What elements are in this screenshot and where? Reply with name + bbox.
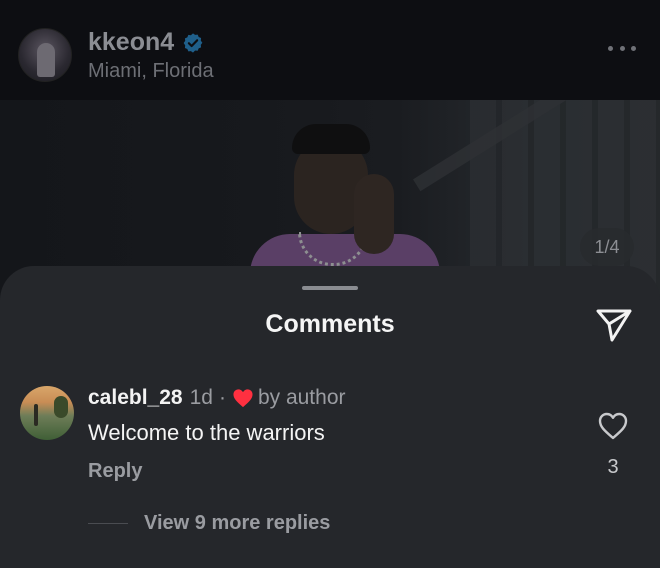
comment-item: calebl_28 1d · by author Welcome to the … — [0, 386, 660, 506]
view-more-replies-label[interactable]: View 9 more replies — [144, 512, 330, 535]
carousel-page-indicator: 1/4 — [580, 228, 634, 266]
view-more-replies[interactable]: View 9 more replies — [88, 512, 330, 535]
comment-timestamp: 1d — [189, 386, 213, 409]
like-heart-icon[interactable] — [598, 412, 628, 440]
comments-title: Comments — [265, 310, 395, 338]
liked-by-author-label: by author — [257, 386, 346, 409]
comment-meta: calebl_28 1d · by author — [88, 386, 346, 410]
post-location[interactable]: Miami, Florida — [88, 60, 214, 83]
post-author-name[interactable]: kkeon4 — [88, 28, 204, 57]
person-hand — [354, 174, 394, 254]
person-hair — [292, 124, 370, 154]
commenter-username[interactable]: calebl_28 — [88, 386, 183, 410]
more-options-icon[interactable] — [608, 44, 636, 52]
meta-separator: · — [218, 386, 226, 409]
comment-text: Welcome to the warriors — [88, 420, 325, 445]
avatar-golfer — [34, 404, 38, 426]
instagram-post-screen: kkeon4 Miami, Florida 1/4 Comments caleb… — [0, 0, 660, 568]
post-author-avatar[interactable] — [18, 28, 72, 82]
commenter-avatar[interactable] — [20, 386, 74, 440]
liked-by-author-heart-icon — [233, 389, 253, 408]
replies-divider — [88, 523, 128, 524]
verified-badge-icon — [183, 32, 203, 53]
sheet-drag-handle[interactable] — [302, 286, 358, 290]
comments-sheet: Comments calebl_28 1d · by author Welcom… — [0, 266, 660, 568]
send-icon[interactable] — [594, 306, 634, 344]
reply-button[interactable]: Reply — [88, 460, 142, 483]
like-count: 3 — [607, 456, 619, 478]
post-header: kkeon4 Miami, Florida — [0, 0, 660, 100]
avatar-figure — [37, 43, 55, 77]
post-username[interactable]: kkeon4 — [88, 28, 174, 57]
avatar-tree — [54, 396, 68, 418]
